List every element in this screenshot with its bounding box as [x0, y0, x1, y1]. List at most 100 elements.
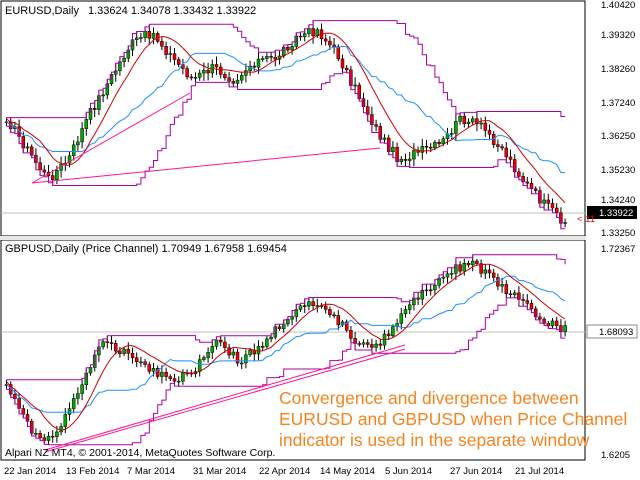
candle-body [223, 74, 227, 79]
candle-body [424, 289, 429, 292]
price-tick: 1.35230 [601, 165, 635, 176]
candle-body [185, 68, 189, 78]
candle-body [302, 305, 307, 307]
annotation-line-2: EURUSD and GBPUSD when Price Channel [279, 409, 627, 429]
candle-body [340, 58, 345, 69]
price-tick: 1.37240 [601, 98, 635, 109]
candle-body [386, 333, 391, 336]
candle-body [214, 64, 219, 68]
candle-body [168, 53, 173, 55]
candle-body [113, 343, 118, 352]
candle-body [202, 70, 206, 74]
candle-body [563, 325, 567, 332]
candle-body [311, 301, 315, 306]
candle-body [256, 58, 261, 68]
candle-body [55, 169, 59, 180]
candle-body [231, 351, 236, 356]
top-pane-ohlc: 1.33624 1.34078 1.33432 1.33922 [88, 5, 256, 17]
price-tick: 1.36250 [601, 131, 635, 142]
candle-body [42, 437, 47, 441]
candle-body [361, 342, 366, 345]
candle-body [517, 171, 521, 177]
candle-body [260, 58, 265, 60]
candle-body [118, 350, 122, 354]
candle-body [235, 351, 240, 364]
annotation-line-1: Convergence and divergence between [279, 388, 579, 408]
candle-body [349, 329, 353, 339]
candle-body [176, 380, 181, 383]
copyright-label: Alpari NZ MT4, © 2001-2014, MetaQuotes S… [5, 447, 275, 459]
price-tick: 1.40420 [601, 0, 635, 11]
candle-body [298, 35, 303, 38]
candle-body [235, 79, 240, 84]
candle-body [126, 348, 131, 354]
candle-body [500, 146, 504, 149]
date-tick: 22 Apr 2014 [259, 466, 310, 477]
current-price-label-gbp: 1.68093 [599, 327, 633, 338]
candle-body [508, 293, 513, 295]
candle-body [34, 433, 38, 435]
candle-body [529, 303, 534, 310]
candle-body [46, 435, 51, 441]
candle-body [328, 309, 332, 316]
candle-body [496, 277, 500, 287]
candle-body [424, 146, 429, 148]
candle-body [63, 414, 68, 427]
candle-body [483, 269, 488, 274]
candle-body [466, 121, 471, 125]
current-price-label: 1.33922 [599, 208, 633, 219]
candle-body [433, 284, 437, 291]
date-tick: 7 Mar 2014 [127, 466, 175, 477]
candle-body [323, 305, 328, 310]
pane-splitter[interactable] [0, 236, 586, 240]
candle-body [139, 37, 143, 39]
candle-body [252, 65, 257, 68]
candle-body [265, 338, 269, 347]
candle-body [239, 362, 244, 365]
candle-body [391, 326, 395, 336]
candle-body [470, 118, 475, 123]
date-tick: 13 Feb 2014 [66, 466, 119, 477]
candle-body [403, 158, 408, 161]
candle-body [206, 70, 210, 74]
candle-body [542, 199, 546, 204]
candle-body [206, 352, 210, 358]
candle-body [193, 77, 198, 79]
candle-body [504, 147, 509, 158]
candle-body [160, 41, 164, 47]
price-tick: 1.38260 [601, 64, 635, 75]
marker-label: < 11 [577, 214, 595, 225]
candle-body [130, 353, 135, 358]
candle-body [483, 122, 488, 131]
candle-body [365, 342, 370, 345]
candle-body [374, 343, 378, 348]
candle-body [563, 222, 567, 224]
candle-body [256, 346, 261, 355]
candle-body [525, 181, 530, 184]
candle-body [458, 115, 462, 122]
candle-body [210, 346, 215, 353]
candle-body [554, 207, 559, 213]
chart-window[interactable]: EURUSD,Daily 1.33624 1.34078 1.33432 1.3… [0, 0, 640, 480]
candle-body [25, 146, 30, 149]
candle-body [71, 398, 76, 409]
candle-body [454, 121, 458, 134]
candle-body [500, 284, 504, 287]
date-axis[interactable]: 22 Jan 2014 13 Feb 2014 7 Mar 2014 31 Ma… [4, 466, 564, 477]
candle-body [80, 384, 84, 394]
date-tick: 31 Mar 2014 [193, 466, 246, 477]
candle-body [189, 76, 194, 79]
candle-body [101, 341, 105, 348]
candle-body [239, 75, 244, 81]
candle-body [470, 260, 475, 266]
candle-body [84, 119, 89, 129]
candle-body [105, 341, 110, 343]
candle-body [143, 361, 147, 365]
candle-body [143, 31, 147, 38]
candle-body [487, 269, 492, 274]
candle-body [550, 203, 555, 209]
candle-body [391, 146, 395, 152]
candle-body [479, 122, 483, 125]
candle-body [176, 59, 181, 65]
candle-body [428, 146, 433, 149]
